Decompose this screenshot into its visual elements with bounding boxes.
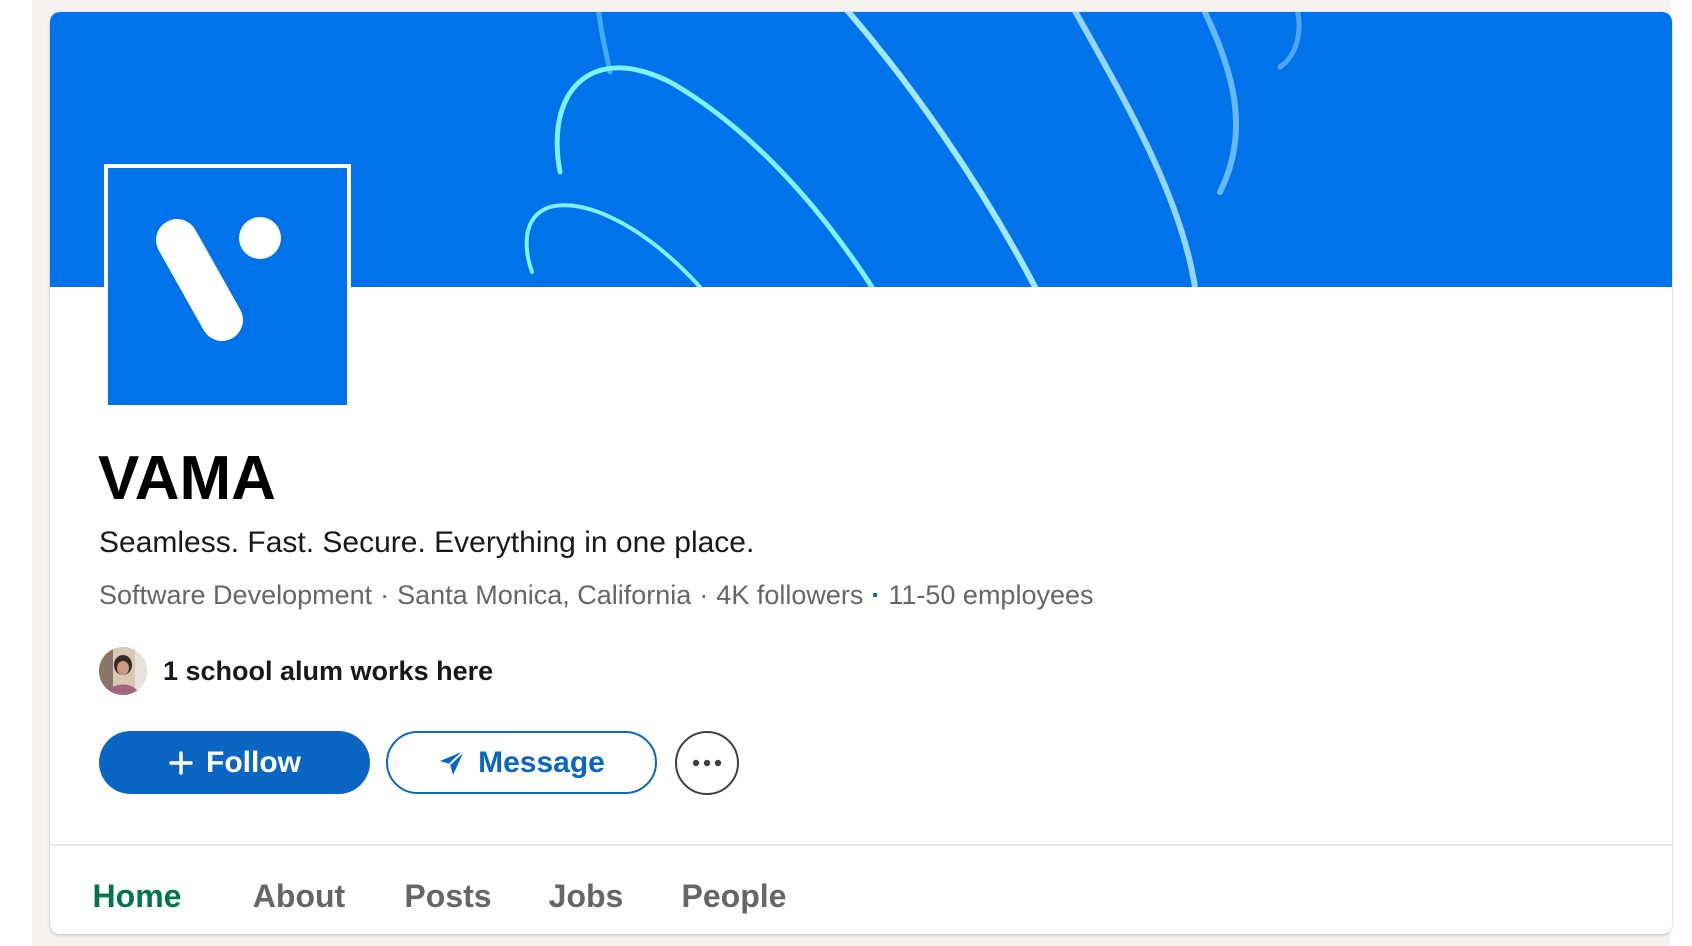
company-meta: Software Development · Santa Monica, Calif… [99,578,1094,612]
more-options-button[interactable] [675,731,739,795]
follow-label: Follow [206,745,301,779]
person-avatar-icon [99,647,147,695]
company-industry: Software Development [99,580,373,610]
tab-about[interactable]: About [224,846,374,934]
ellipsis-icon [692,759,722,767]
meta-separator: · [380,580,390,610]
company-employees[interactable]: 11-50 employees [888,580,1093,610]
company-tagline: Seamless. Fast. Secure. Everything in on… [99,526,755,559]
company-followers[interactable]: 4K followers [716,580,863,610]
meta-separator: · [871,580,881,610]
company-location: Santa Monica, California [397,580,692,610]
message-button[interactable]: Message [386,731,657,794]
company-profile-card: VAMA Seamless. Fast. Secure. Everything … [50,12,1672,934]
paper-plane-icon [438,749,466,777]
tab-jobs[interactable]: Jobs [522,846,650,934]
meta-separator: · [699,580,709,610]
message-label: Message [478,745,605,779]
tab-home[interactable]: Home [50,846,224,934]
alum-avatar [99,647,147,695]
alumni-insight[interactable]: 1 school alum works here [99,646,493,696]
tab-posts[interactable]: Posts [374,846,522,934]
vama-logo-icon [156,217,281,341]
plus-icon [168,750,194,776]
company-logo[interactable] [104,164,351,409]
tab-people[interactable]: People [650,846,818,934]
company-name: VAMA [98,444,276,513]
page-edge [1670,0,1692,946]
follow-button[interactable]: Follow [99,731,370,794]
alumni-text: 1 school alum works here [163,655,494,686]
profile-tabs: Home About Posts Jobs People [50,846,1672,934]
